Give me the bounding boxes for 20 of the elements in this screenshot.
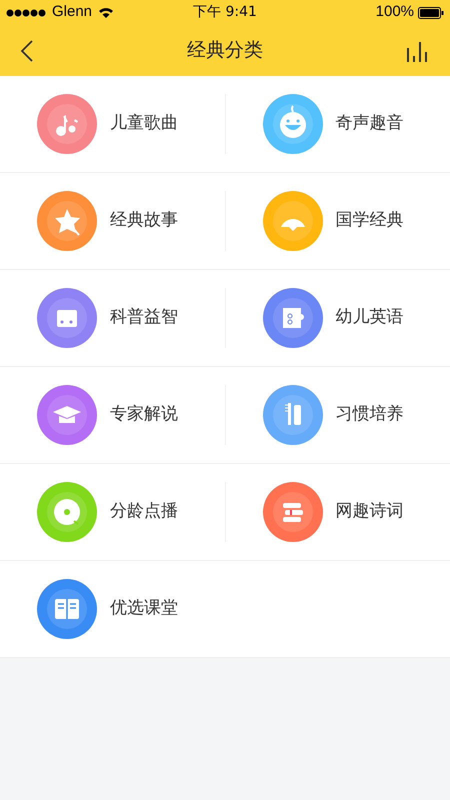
category-label[interactable]: 国学经典 (336, 208, 404, 234)
category-label[interactable]: 经典故事 (110, 208, 178, 234)
wifi-icon (98, 6, 114, 18)
category-label[interactable]: 奇声趣音 (336, 111, 404, 137)
status-time: 下午 9:41 (193, 3, 257, 22)
category-label[interactable]: 儿童歌曲 (110, 111, 178, 137)
category-label[interactable]: 幼儿英语 (336, 305, 404, 331)
battery-icon (418, 6, 444, 18)
category-label[interactable]: 优选课堂 (110, 596, 178, 622)
carrier-name: Glenn (52, 2, 92, 22)
category-label[interactable]: 科普益智 (110, 305, 178, 331)
back-chevron-icon (20, 38, 34, 62)
category-label[interactable]: 专家解说 (110, 402, 178, 428)
signal-icon (6, 8, 46, 16)
category-label[interactable]: 网趣诗词 (336, 499, 404, 525)
category-label[interactable]: 分龄点播 (110, 499, 178, 525)
bar-chart-icon (406, 40, 430, 62)
battery-percent: 100% (376, 2, 414, 22)
category-label[interactable]: 习惯培养 (336, 402, 404, 428)
page-title: 经典分类 (187, 38, 263, 64)
